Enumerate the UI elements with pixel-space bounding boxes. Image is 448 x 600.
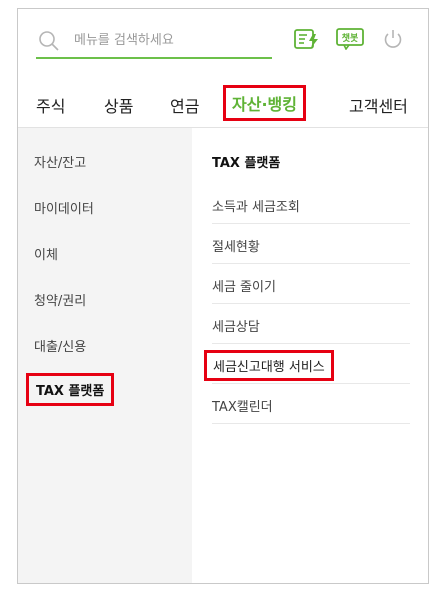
submenu-item[interactable]: 소득과 세금조회 [212, 184, 410, 224]
submenu-item[interactable]: 세금 줄이기 [212, 264, 410, 304]
menu-panel: 챗봇 주식 상품 연금 자산·뱅킹 고객센터 자산/잔고 마이데이터 이체 청약… [17, 8, 429, 584]
submenu-item-tax-saving-status[interactable]: 절세현황 [212, 236, 260, 255]
submenu-item[interactable]: 세금신고대행 서비스 [204, 344, 410, 384]
submenu-item-tax-calendar[interactable]: TAX캘린더 [212, 396, 273, 415]
submenu-item[interactable]: 세금상담 [212, 304, 410, 344]
tab-assets-banking[interactable]: 자산·뱅킹 [223, 85, 306, 121]
submenu-item-income-tax-inquiry[interactable]: 소득과 세금조회 [212, 196, 300, 215]
svg-text:챗봇: 챗봇 [342, 32, 359, 44]
power-icon[interactable] [382, 28, 404, 54]
submenu-item-reduce-tax[interactable]: 세금 줄이기 [212, 276, 276, 295]
tab-products[interactable]: 상품 [104, 93, 133, 117]
submenu-item[interactable]: TAX캘린더 [212, 384, 410, 424]
submenu-panel: TAX 플랫폼 소득과 세금조회 절세현황 세금 줄이기 세금상담 세금신고대행… [192, 128, 428, 583]
submenu-item[interactable]: 절세현황 [212, 224, 410, 264]
tab-pension[interactable]: 연금 [170, 93, 199, 117]
search-bar[interactable] [36, 25, 272, 59]
chatbot-icon[interactable]: 챗봇 [336, 28, 364, 54]
sidebar-item-subscription-rights[interactable]: 청약/권리 [34, 290, 86, 309]
memo-flash-icon[interactable] [294, 28, 320, 54]
sidebar-item-loan-credit[interactable]: 대출/신용 [34, 336, 86, 355]
sidebar-item-assets-balance[interactable]: 자산/잔고 [34, 152, 86, 171]
search-icon [38, 30, 60, 56]
sidebar-item-tax-platform[interactable]: TAX 플랫폼 [26, 373, 115, 406]
sidebar-item-mydata[interactable]: 마이데이터 [34, 198, 94, 217]
submenu-heading: TAX 플랫폼 [212, 156, 281, 171]
submenu-item-tax-filing-service[interactable]: 세금신고대행 서비스 [204, 350, 334, 381]
sidebar-item-transfer[interactable]: 이체 [34, 244, 58, 263]
submenu-item-tax-consultation[interactable]: 세금상담 [212, 316, 260, 335]
sidebar: 자산/잔고 마이데이터 이체 청약/권리 대출/신용 TAX 플랫폼 [18, 128, 192, 583]
top-nav: 주식 상품 연금 자산·뱅킹 고객센터 [18, 81, 428, 127]
tab-customer-center[interactable]: 고객센터 [349, 93, 408, 117]
search-input[interactable] [74, 29, 264, 51]
tab-stocks[interactable]: 주식 [36, 93, 65, 117]
